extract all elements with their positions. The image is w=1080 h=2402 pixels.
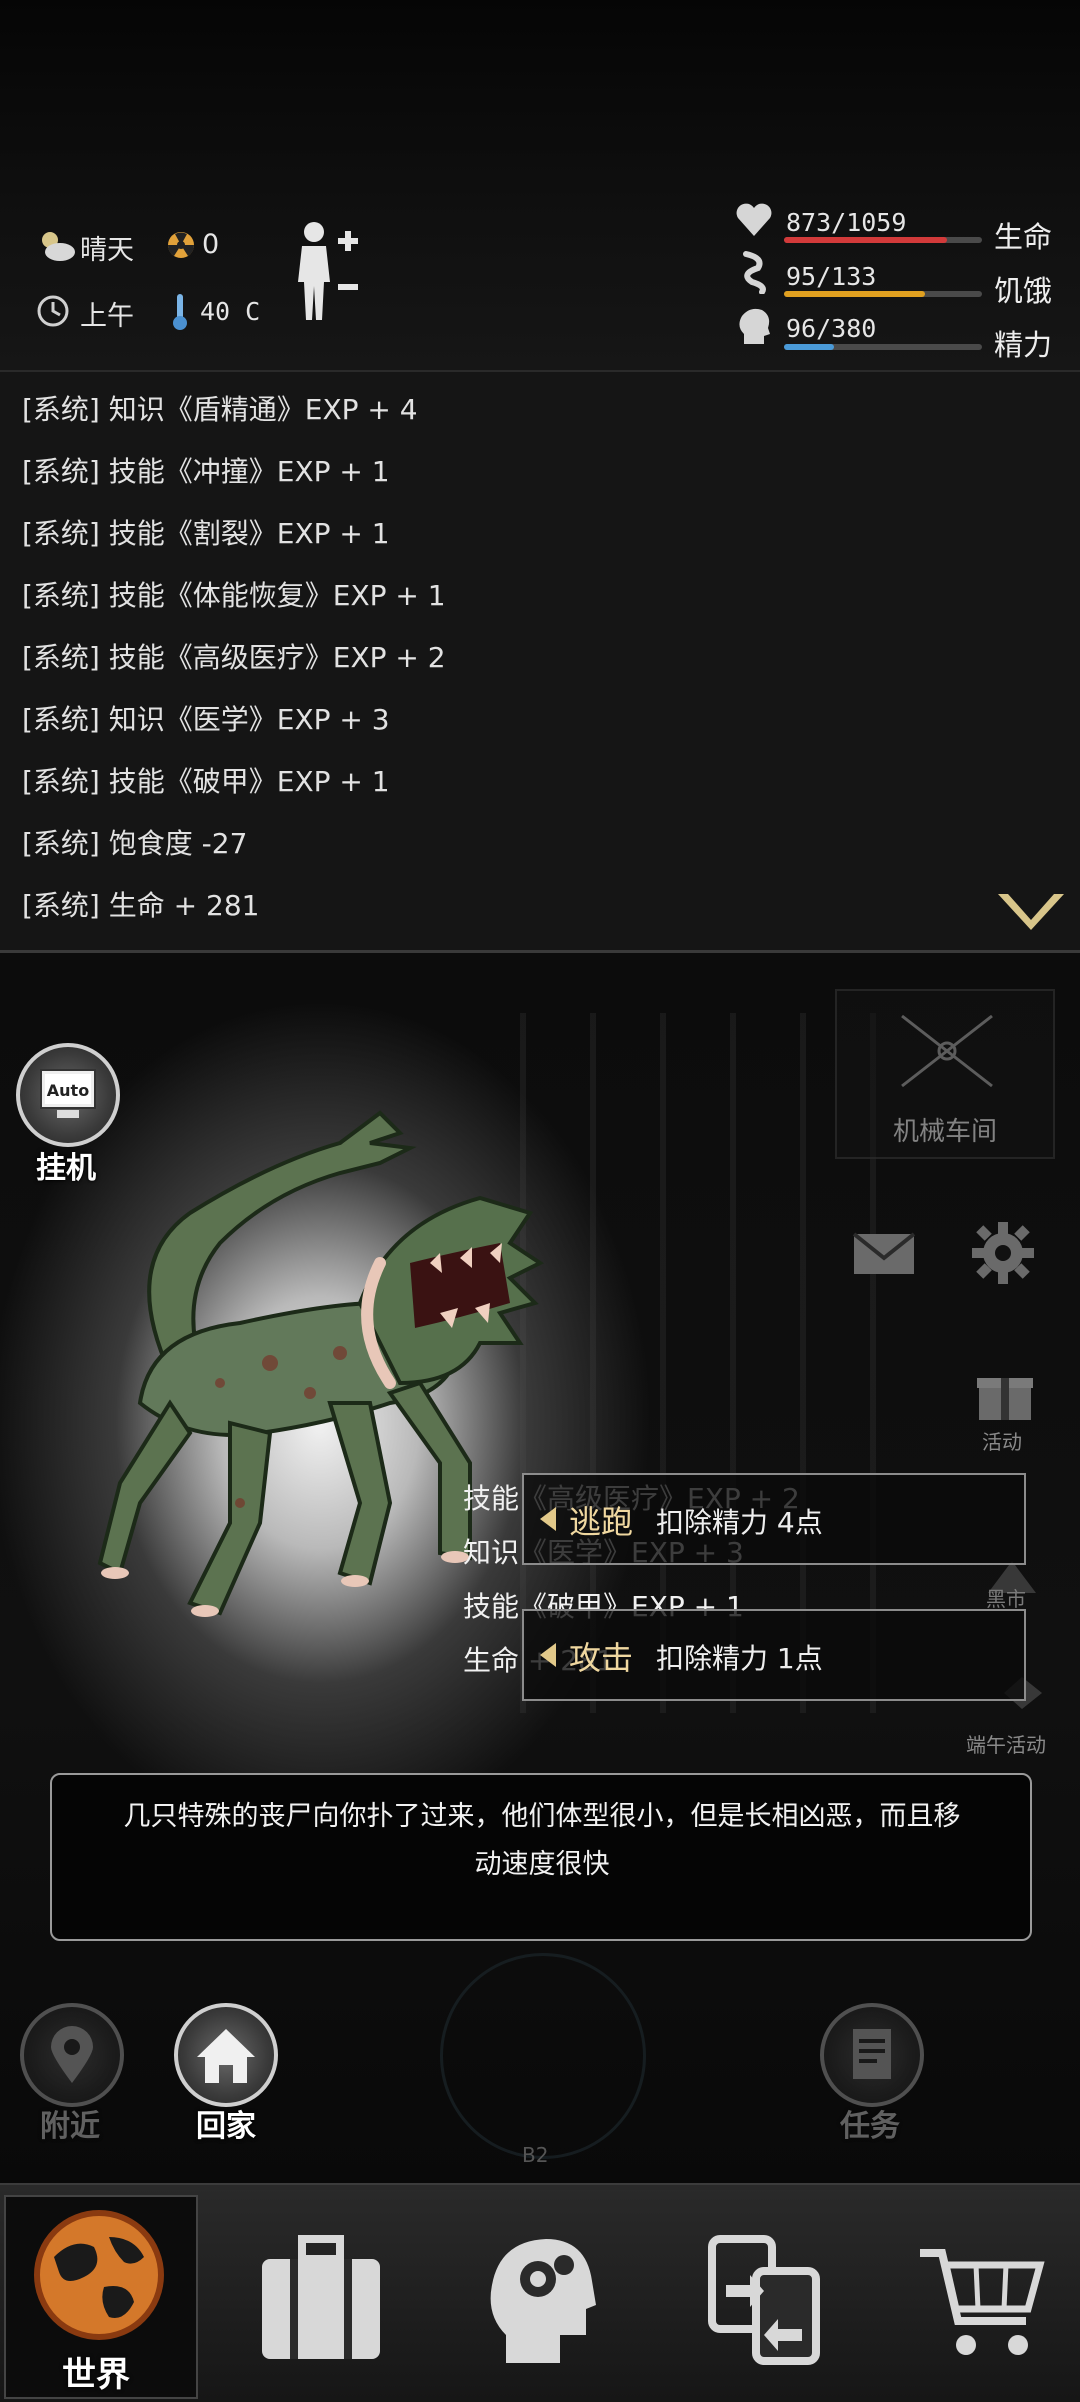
nav-world-label: 世界: [62, 2355, 130, 2395]
log-line: [系统] 技能《破甲》EXP + 1: [22, 765, 390, 798]
health-bar-fill: [784, 237, 948, 243]
nearby-caption: 附近: [40, 2109, 100, 2144]
radar-dial: [440, 1953, 646, 2159]
hunger-bar-fill: [784, 291, 926, 297]
energy-value: 96/380: [786, 314, 877, 343]
market-label: 黑市: [986, 1587, 1026, 1611]
encounter-scene: Auto 挂机 机械车间 活动 黑市 端午活动 技能《破甲》EXP + 1 生命…: [0, 953, 1080, 2183]
health-bar: [784, 237, 982, 243]
home-icon: [197, 2029, 255, 2083]
location-label: 机械车间: [893, 1117, 998, 1147]
flee-button[interactable]: 逃跑 扣除精力 4点: [522, 1473, 1026, 1565]
task-caption: 任务: [840, 2109, 900, 2144]
swap-cards-icon: [708, 2235, 820, 2365]
location-pin-icon: [51, 2026, 93, 2083]
task-document-icon: [853, 2029, 891, 2079]
attack-label: 攻击: [569, 1639, 634, 1677]
hunger-bar: [784, 291, 982, 297]
log-line: [系统] 技能《割裂》EXP + 1: [22, 517, 390, 550]
nav-shop[interactable]: [886, 2195, 1076, 2395]
expand-chevron-icon[interactable]: [996, 890, 1066, 934]
log-line: [系统] 生命 + 281: [22, 889, 260, 922]
log-line: [系统] 知识《盾精通》EXP + 4: [22, 393, 418, 426]
time-of-day: 上午: [80, 301, 134, 332]
radiation-value: 0: [202, 229, 220, 260]
message-log[interactable]: [系统] 知识《盾精通》EXP + 4 [系统] 技能《冲撞》EXP + 1 […: [0, 372, 1080, 953]
encounter-message-box: 几只特殊的丧尸向你扑了过来，他们体型很小，但是长相凶恶，而且移动速度很快: [50, 1773, 1032, 1941]
head-icon: [739, 308, 770, 344]
flee-cost: 扣除精力 4点: [656, 1506, 823, 1539]
globe-icon: [34, 2210, 164, 2340]
log-line: [系统] 饱食度 -27: [22, 827, 248, 860]
festival-label: 端午活动: [966, 1733, 1046, 1757]
suitcase-icon: [262, 2235, 380, 2359]
log-line: [系统] 知识《医学》EXP + 3: [22, 703, 390, 736]
status-header: 晴天 0 上午 40 C 873/1059 生命 95/133 饥饿 96/38…: [0, 0, 1080, 372]
energy-bar: [784, 344, 982, 350]
nav-trade[interactable]: [666, 2195, 856, 2395]
task-button[interactable]: [820, 2003, 924, 2107]
location-tile[interactable]: 机械车间: [835, 989, 1055, 1159]
stomach-icon: [743, 251, 766, 294]
event-label: 活动: [982, 1430, 1022, 1454]
character-body-icon[interactable]: [292, 220, 362, 324]
nav-world[interactable]: 世界: [4, 2195, 198, 2399]
energy-bar-fill: [784, 344, 835, 350]
brain-head-icon: [490, 2239, 596, 2363]
gear-map-icon: [901, 1014, 993, 1088]
health-label: 生命: [994, 220, 1053, 254]
log-line: [系统] 技能《冲撞》EXP + 1: [22, 455, 390, 488]
mail-icon[interactable]: [852, 1230, 916, 1278]
sun-cloud-icon: [42, 232, 75, 261]
auto-text: Auto: [47, 1081, 89, 1100]
log-line: [系统] 技能《高级医疗》EXP + 2: [22, 641, 446, 674]
cart-icon: [920, 2249, 1045, 2355]
attack-cost: 扣除精力 1点: [656, 1642, 823, 1675]
gift-icon[interactable]: [975, 1366, 1035, 1422]
clock-icon: [37, 295, 69, 327]
arrow-left-icon: [540, 1507, 556, 1531]
arrow-left-icon: [540, 1643, 556, 1667]
thermometer-icon: [173, 294, 187, 330]
flee-label: 逃跑: [569, 1503, 634, 1541]
nearby-button[interactable]: [20, 2003, 124, 2107]
nav-inventory[interactable]: [226, 2195, 416, 2395]
home-caption: 回家: [196, 2109, 256, 2144]
settings-gear-icon[interactable]: [970, 1220, 1036, 1286]
attack-button[interactable]: 攻击 扣除精力 1点: [522, 1609, 1026, 1701]
health-value: 873/1059: [786, 208, 907, 237]
log-line: [系统] 技能《体能恢复》EXP + 1: [22, 579, 446, 612]
encounter-message: 几只特殊的丧尸向你扑了过来，他们体型很小，但是长相凶恶，而且移动速度很快: [123, 1801, 961, 1880]
nav-skills[interactable]: [446, 2195, 636, 2395]
bottom-navigation: 世界: [0, 2183, 1080, 2402]
heart-icon: [736, 203, 772, 236]
home-button[interactable]: [174, 2003, 278, 2107]
energy-label: 精力: [994, 328, 1053, 362]
weather-label: 晴天: [80, 235, 134, 266]
hunger-value: 95/133: [786, 262, 877, 291]
temperature-value: 40 C: [200, 297, 261, 326]
radiation-icon: [167, 232, 195, 258]
map-floor-label: B2: [522, 2143, 549, 2167]
hunger-label: 饥饿: [994, 274, 1053, 308]
